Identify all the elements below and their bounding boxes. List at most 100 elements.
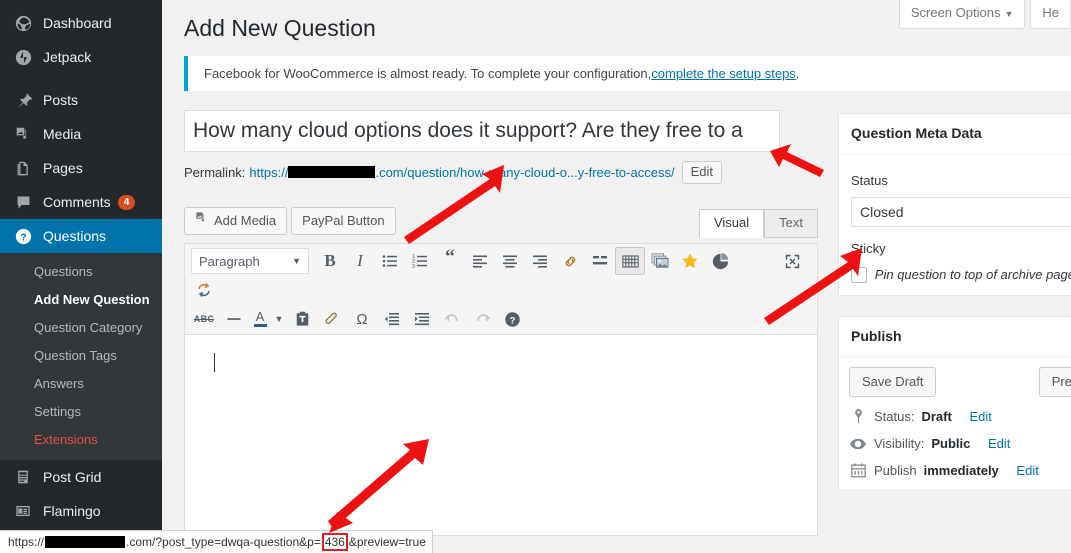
undo-icon[interactable]	[437, 305, 467, 333]
publish-date-prefix: Publish	[874, 463, 917, 479]
align-left-icon[interactable]	[465, 247, 495, 275]
media-icon	[12, 124, 34, 144]
comments-count-badge: 4	[117, 194, 136, 210]
submenu-item-answers[interactable]: Answers	[0, 370, 162, 398]
bulleted-list-icon[interactable]	[375, 247, 405, 275]
help-button[interactable]: He	[1030, 0, 1071, 29]
status-url-mid: .com/?post_type=dwqa-question&p=	[126, 535, 321, 549]
question-meta-title: Question Meta Data	[839, 114, 1071, 155]
screen-options-label: Screen Options	[910, 5, 1001, 20]
status-select[interactable]: Closed	[851, 196, 1071, 227]
read-more-icon[interactable]	[585, 247, 615, 275]
submenu-item-extensions[interactable]: Extensions	[0, 426, 162, 454]
media-icon	[195, 211, 209, 230]
postbox-container: Question Meta Data Status Closed Sticky …	[838, 113, 1071, 511]
save-draft-button[interactable]: Save Draft	[849, 367, 937, 398]
jetpack-icon	[12, 47, 34, 67]
increase-indent-icon[interactable]	[407, 305, 437, 333]
sidebar-item-media[interactable]: Media	[0, 117, 162, 151]
publish-date-edit-link[interactable]: Edit	[1016, 463, 1038, 478]
toggle-toolbar-icon[interactable]	[615, 247, 645, 275]
sidebar-item-flamingo[interactable]: Flamingo	[0, 494, 162, 528]
post-title-input[interactable]	[184, 110, 780, 152]
wordpress-admin-screen: Dashboard Jetpack Posts Media Pages Comm…	[0, 0, 1071, 553]
post-body-content: Permalink: https:// .com/question/how-man…	[184, 110, 818, 184]
notice-text: Facebook for WooCommerce is almost ready…	[204, 66, 652, 81]
svg-text:3: 3	[412, 264, 415, 269]
blockquote-icon[interactable]: “	[435, 247, 465, 275]
pages-icon	[12, 158, 34, 178]
chart-pie-icon[interactable]	[705, 247, 735, 275]
editor-content-area[interactable]	[185, 335, 817, 525]
refresh-icon[interactable]	[189, 276, 219, 304]
screen-meta-links: Screen Options ▼ He	[898, 0, 1071, 29]
notice-link[interactable]: complete the setup steps	[651, 66, 796, 81]
numbered-list-icon[interactable]: 123	[405, 247, 435, 275]
publish-date-value: immediately	[923, 463, 999, 479]
gallery-image-icon[interactable]	[645, 247, 675, 275]
sidebar-item-label: Jetpack	[43, 49, 92, 65]
paste-as-text-icon[interactable]	[287, 305, 317, 333]
star-icon[interactable]	[675, 247, 705, 275]
fullscreen-icon[interactable]	[777, 247, 807, 275]
chevron-down-icon: ▼	[1004, 9, 1014, 19]
permalink-link[interactable]: https:// .com/question/how-many-cloud-o..…	[249, 165, 674, 180]
status-bar-url: https:// .com/?post_type=dwqa-question&p=…	[0, 530, 433, 553]
chevron-down-icon: ▼	[292, 256, 301, 266]
sticky-checkbox-label: Pin question to top of archive page	[874, 267, 1071, 283]
sidebar-item-label: Pages	[43, 160, 83, 176]
editor-mode-tabs: Visual Text	[698, 209, 818, 238]
sidebar-item-dashboard[interactable]: Dashboard	[0, 6, 162, 40]
permalink-row: Permalink: https:// .com/question/how-man…	[184, 160, 818, 184]
special-character-icon[interactable]: Ω	[347, 305, 377, 333]
notice-trailing: .	[795, 66, 800, 81]
align-center-icon[interactable]	[495, 247, 525, 275]
sidebar-item-post-grid[interactable]: Post Grid	[0, 460, 162, 494]
insert-link-icon[interactable]	[555, 247, 585, 275]
visibility-row-value: Public	[931, 436, 971, 452]
submenu-item-questions[interactable]: Questions	[0, 258, 162, 286]
sidebar-item-comments[interactable]: Comments 4	[0, 185, 162, 219]
status-row: Status: Draft Edit	[849, 409, 1071, 424]
text-color-icon[interactable]: A	[249, 305, 271, 333]
align-right-icon[interactable]	[525, 247, 555, 275]
publish-inside: Save Draft Pre Status: Draft Edit Visibi…	[839, 357, 1071, 490]
paypal-button[interactable]: PayPal Button	[291, 207, 396, 235]
preview-button[interactable]: Pre	[1038, 367, 1071, 398]
sidebar-item-pages[interactable]: Pages	[0, 151, 162, 185]
admin-content-area: Screen Options ▼ He Add New Question Face…	[162, 0, 1071, 536]
post-id-highlight: 436	[321, 533, 348, 551]
sidebar-separator	[0, 74, 162, 83]
sidebar-item-questions[interactable]: ? Questions	[0, 219, 170, 253]
eye-icon	[849, 438, 867, 450]
question-meta-inside: Status Closed Sticky Pin question to top…	[839, 155, 1071, 295]
submenu-item-question-tags[interactable]: Question Tags	[0, 342, 162, 370]
paragraph-format-select[interactable]: Paragraph ▼	[191, 248, 309, 274]
text-color-caret-icon[interactable]: ▼	[271, 305, 287, 333]
strikethrough-icon[interactable]: ABC	[189, 305, 219, 333]
dashboard-icon	[12, 13, 34, 33]
tab-visual[interactable]: Visual	[698, 209, 765, 238]
tab-text[interactable]: Text	[764, 209, 818, 238]
add-media-button[interactable]: Add Media	[184, 207, 288, 235]
bold-icon[interactable]: B	[315, 247, 345, 275]
submenu-item-add-new-question[interactable]: Add New Question	[0, 286, 162, 314]
submenu-item-question-category[interactable]: Question Category	[0, 314, 162, 342]
submenu-item-settings[interactable]: Settings	[0, 398, 162, 426]
clear-formatting-icon[interactable]	[317, 305, 347, 333]
sidebar-item-posts[interactable]: Posts	[0, 83, 162, 117]
horizontal-rule-icon[interactable]	[219, 305, 249, 333]
sticky-checkbox[interactable]	[851, 266, 867, 283]
screen-options-button[interactable]: Screen Options ▼	[898, 0, 1026, 29]
visibility-edit-link[interactable]: Edit	[988, 436, 1010, 451]
status-edit-link[interactable]: Edit	[969, 409, 991, 424]
sidebar-item-jetpack[interactable]: Jetpack	[0, 40, 162, 74]
redo-icon[interactable]	[467, 305, 497, 333]
edit-permalink-button[interactable]: Edit	[681, 160, 722, 184]
italic-icon[interactable]: I	[345, 247, 375, 275]
keyboard-shortcuts-icon[interactable]: ?	[497, 305, 527, 333]
flamingo-icon	[12, 501, 34, 521]
sticky-checkbox-row[interactable]: Pin question to top of archive page	[851, 266, 1071, 283]
decrease-indent-icon[interactable]	[377, 305, 407, 333]
pin-marker-icon	[849, 409, 867, 424]
